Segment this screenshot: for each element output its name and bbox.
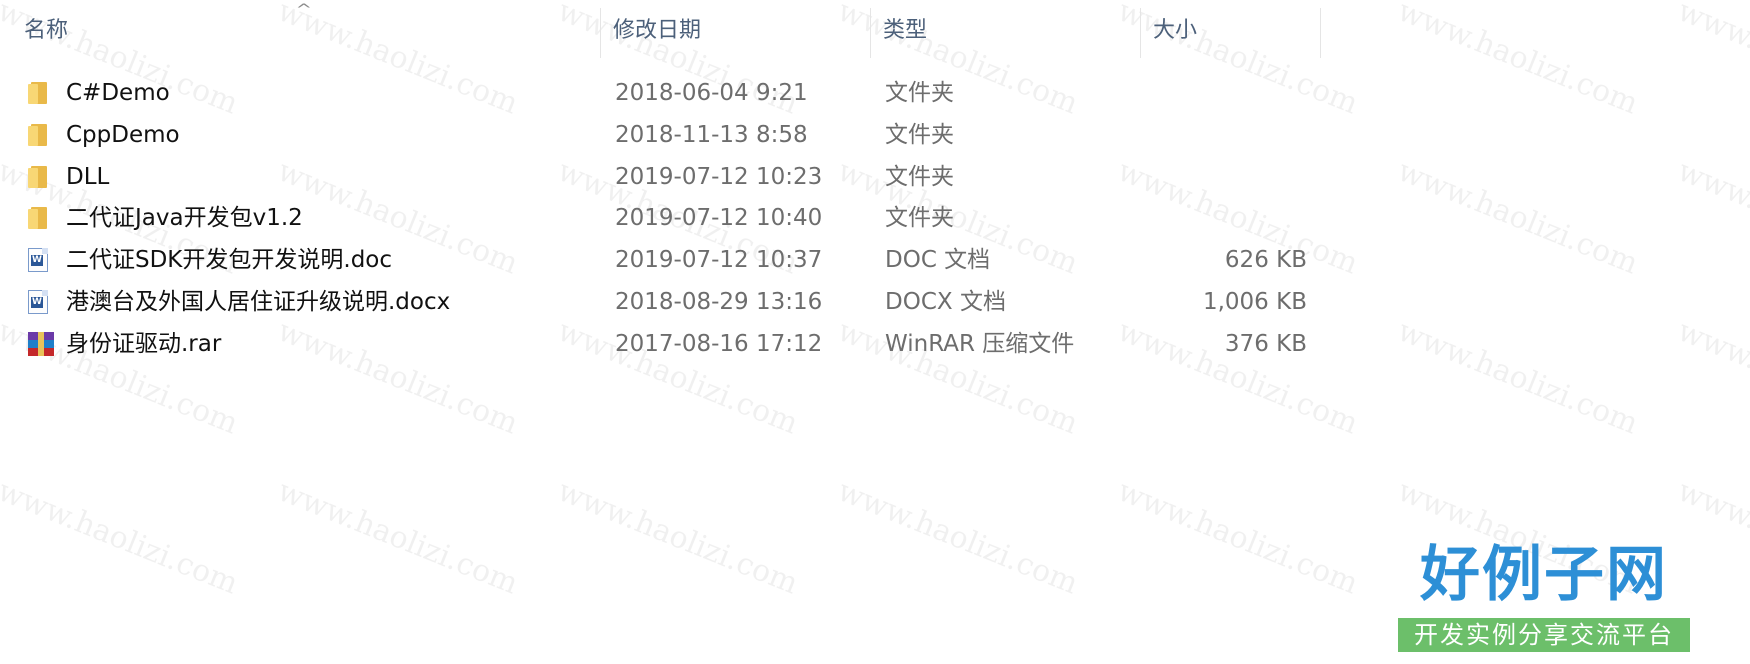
watermark-text: www.haolizi.com: [0, 473, 243, 602]
file-row[interactable]: DLL 2019-07-12 10:23 文件夹: [0, 156, 1320, 198]
file-name: 二代证Java开发包v1.2: [66, 205, 303, 231]
watermark-text: www.haolizi.com: [832, 473, 1083, 602]
file-row[interactable]: W 港澳台及外国人居住证升级说明.docx 2018-08-29 13:16 DOCX…: [0, 281, 1320, 323]
file-type: 文件夹: [885, 80, 954, 106]
column-divider[interactable]: [870, 8, 871, 58]
file-name: 二代证SDK开发包开发说明.doc: [66, 247, 393, 273]
file-date-modified: 2019-07-12 10:40: [615, 205, 823, 231]
column-header-size[interactable]: 大小: [1153, 14, 1197, 48]
column-divider[interactable]: [1320, 8, 1321, 58]
site-logo: 好例子网 开发实例分享交流平台: [1398, 540, 1690, 652]
file-size: 1,006 KB: [1202, 289, 1307, 315]
file-row[interactable]: W 二代证SDK开发包开发说明.doc 2019-07-12 10:37 DOC 文档…: [0, 239, 1320, 281]
watermark-text: www.haolizi.com: [1672, 313, 1750, 442]
watermark-text: www.haolizi.com: [1392, 153, 1643, 282]
column-header-name[interactable]: 名称: [24, 14, 68, 48]
file-date-modified: 2018-08-29 13:16: [615, 289, 823, 315]
word-doc-icon: W: [28, 248, 52, 272]
file-name: DLL: [66, 164, 110, 190]
watermark-text: www.haolizi.com: [1392, 0, 1643, 122]
folder-icon: [28, 123, 52, 147]
file-type: 文件夹: [885, 205, 954, 231]
column-header-date[interactable]: 修改日期: [613, 14, 701, 48]
file-row[interactable]: 二代证Java开发包v1.2 2019-07-12 10:40 文件夹: [0, 197, 1320, 239]
column-header-type[interactable]: 类型: [883, 14, 927, 48]
watermark-text: www.haolizi.com: [1672, 0, 1750, 122]
file-date-modified: 2018-11-13 8:58: [615, 122, 808, 148]
watermark-text: www.haolizi.com: [1392, 313, 1643, 442]
column-divider[interactable]: [600, 8, 601, 58]
file-row[interactable]: C#Demo 2018-06-04 9:21 文件夹: [0, 72, 1320, 114]
file-type: 文件夹: [885, 122, 954, 148]
file-name: 港澳台及外国人居住证升级说明.docx: [66, 289, 451, 315]
file-date-modified: 2019-07-12 10:37: [615, 247, 823, 273]
file-type: DOC 文档: [885, 247, 991, 273]
logo-subtitle: 开发实例分享交流平台: [1398, 618, 1690, 652]
watermark-text: www.haolizi.com: [1672, 153, 1750, 282]
folder-icon: [28, 165, 52, 189]
watermark-text: www.haolizi.com: [272, 473, 523, 602]
file-name: 身份证驱动.rar: [66, 331, 222, 357]
file-size: 376 KB: [1224, 331, 1307, 357]
column-divider[interactable]: [1140, 8, 1141, 58]
watermark-text: www.haolizi.com: [552, 473, 803, 602]
file-row[interactable]: 身份证驱动.rar 2017-08-16 17:12 WinRAR 压缩文件 376 …: [0, 323, 1320, 365]
file-type: WinRAR 压缩文件: [885, 331, 1075, 357]
file-date-modified: 2018-06-04 9:21: [615, 80, 808, 106]
watermark-text: www.haolizi.com: [1112, 473, 1363, 602]
word-doc-icon: W: [28, 290, 52, 314]
logo-title: 好例子网: [1420, 540, 1668, 610]
winrar-icon: [28, 332, 54, 356]
file-name: C#Demo: [66, 80, 170, 106]
file-name: CppDemo: [66, 122, 180, 148]
sort-ascending-icon[interactable]: ^: [296, 2, 312, 18]
folder-icon: [28, 206, 52, 230]
file-date-modified: 2017-08-16 17:12: [615, 331, 823, 357]
file-row[interactable]: CppDemo 2018-11-13 8:58 文件夹: [0, 114, 1320, 156]
file-type: DOCX 文档: [885, 289, 1006, 315]
folder-icon: [28, 81, 52, 105]
file-type: 文件夹: [885, 164, 954, 190]
file-explorer: www.haolizi.com www.haolizi.com www.haoliz…: [0, 0, 1750, 664]
file-date-modified: 2019-07-12 10:23: [615, 164, 823, 190]
file-size: 626 KB: [1224, 247, 1307, 273]
